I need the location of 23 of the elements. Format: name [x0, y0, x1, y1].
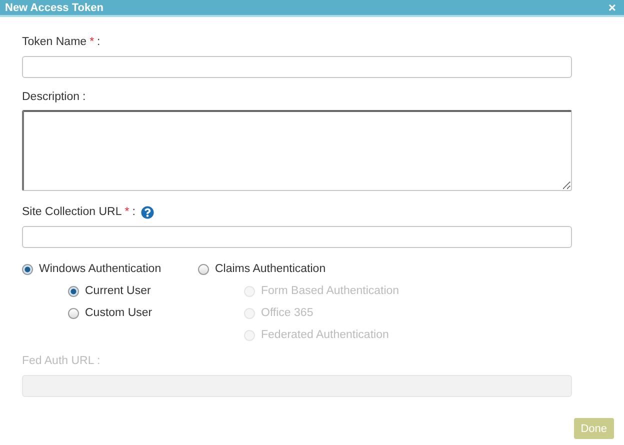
dialog-title: New Access Token: [5, 2, 104, 14]
description-field[interactable]: [22, 110, 572, 191]
field-label: Token Name: [22, 36, 87, 48]
radio-button[interactable]: [198, 264, 209, 274]
required-mark: *: [90, 36, 94, 48]
field-label: Site Collection URL: [22, 206, 122, 218]
radio-option[interactable]: Custom User: [68, 302, 198, 324]
input-field[interactable]: [22, 226, 572, 248]
radio-button[interactable]: [22, 264, 33, 274]
radio-option[interactable]: Claims Authentication: [198, 258, 458, 280]
required-mark: *: [124, 206, 130, 218]
label-colon: :: [97, 36, 100, 48]
label-colon: :: [82, 91, 86, 103]
field-label: Fed Auth URL :: [22, 355, 100, 367]
input-field[interactable]: [22, 56, 572, 78]
field-label: Description: [22, 91, 80, 103]
radio-option[interactable]: Current User: [68, 280, 198, 302]
radio-button[interactable]: [68, 286, 79, 296]
close-button[interactable]: ×: [608, 0, 616, 15]
label-colon: :: [132, 206, 136, 218]
radio-option[interactable]: Windows Authentication: [22, 258, 198, 280]
help-icon[interactable]: [141, 206, 154, 218]
radio-button[interactable]: [68, 308, 79, 318]
